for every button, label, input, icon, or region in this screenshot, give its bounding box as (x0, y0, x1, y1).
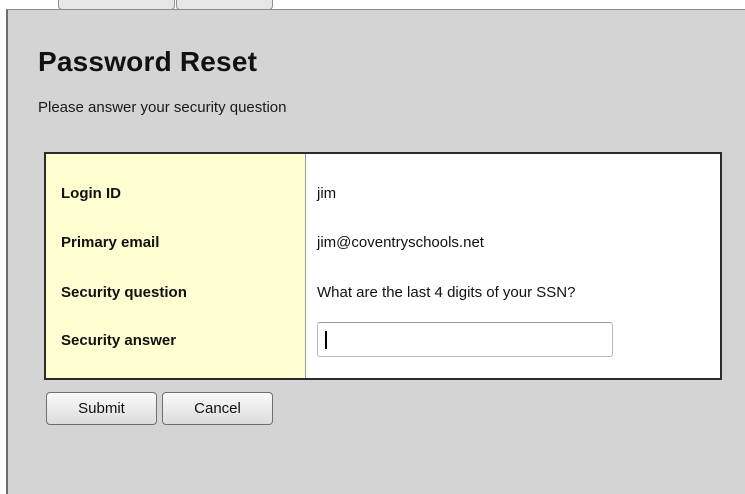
security-question-label: Security question (61, 284, 187, 301)
value-column: jim jim@coventryschools.net What are the… (306, 154, 720, 378)
submit-button[interactable]: Submit (46, 392, 157, 425)
login-id-value: jim (317, 185, 337, 202)
primary-email-value: jim@coventryschools.net (317, 234, 484, 251)
cancel-button[interactable]: Cancel (162, 392, 273, 425)
text-cursor (325, 331, 327, 349)
security-answer-input[interactable] (317, 322, 613, 357)
reset-form: Login ID Primary email Security question… (44, 152, 722, 380)
security-answer-label: Security answer (61, 332, 177, 349)
page-subtitle: Please answer your security question (38, 99, 287, 116)
security-question-value: What are the last 4 digits of your SSN? (317, 284, 576, 301)
page-title: Password Reset (38, 46, 258, 77)
primary-email-label: Primary email (61, 234, 160, 251)
login-id-label: Login ID (61, 185, 121, 202)
label-column: Login ID Primary email Security question… (46, 154, 306, 378)
